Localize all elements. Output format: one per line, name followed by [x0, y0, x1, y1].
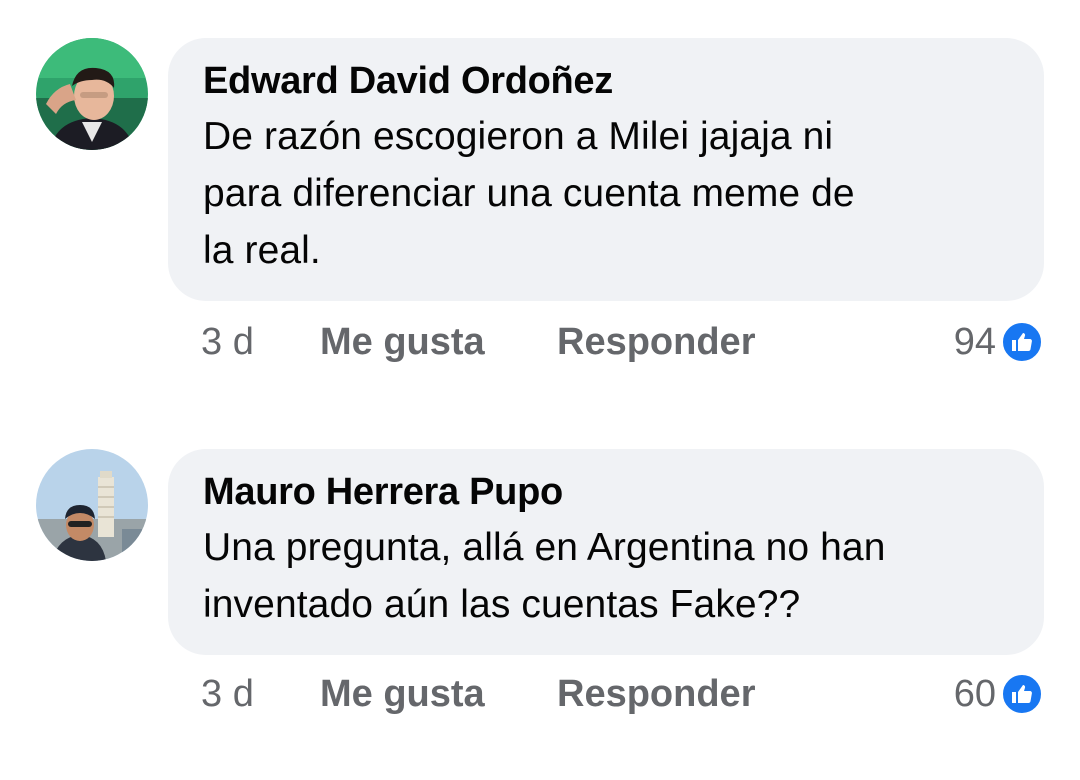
reaction-count: 60: [953, 673, 996, 715]
comment-line: Una pregunta, allá en Argentina no han: [203, 526, 886, 569]
comment-bubble: Mauro Herrera Pupo Una pregunta, allá en…: [168, 449, 1044, 655]
comment-bubble: Edward David Ordoñez De razón escogieron…: [168, 38, 1044, 301]
reaction-count: 94: [953, 321, 996, 363]
reaction-summary[interactable]: 60: [954, 669, 1044, 719]
like-button[interactable]: Me gusta: [320, 317, 485, 367]
avatar[interactable]: [36, 38, 148, 150]
thumbs-up-icon: [1000, 672, 1044, 716]
avatar[interactable]: [36, 449, 148, 561]
comment-actions: 3 d Me gusta Responder 60: [201, 669, 1044, 719]
profile-photo-icon: [36, 38, 148, 150]
reply-button[interactable]: Responder: [557, 317, 755, 367]
thumbs-up-icon: [1000, 320, 1044, 364]
comment-line: para diferenciar una cuenta meme de: [203, 172, 855, 215]
profile-photo-icon: [36, 449, 148, 561]
comment-line: De razón escogieron a Milei jajaja ni: [203, 115, 834, 158]
reply-button[interactable]: Responder: [557, 669, 755, 719]
comment-author[interactable]: Mauro Herrera Pupo: [203, 469, 1010, 515]
reaction-summary[interactable]: 94: [954, 317, 1044, 367]
comment-timestamp[interactable]: 3 d: [201, 669, 254, 719]
comment-actions: 3 d Me gusta Responder 94: [201, 317, 1044, 367]
comment-text: Una pregunta, allá en Argentina no han i…: [203, 519, 1010, 633]
comment-text: De razón escogieron a Milei jajaja ni pa…: [203, 108, 1010, 279]
comment-line: la real.: [203, 229, 321, 272]
comment-timestamp[interactable]: 3 d: [201, 317, 254, 367]
like-button[interactable]: Me gusta: [320, 669, 485, 719]
comment-line: inventado aún las cuentas Fake??: [203, 583, 801, 626]
comment-author[interactable]: Edward David Ordoñez: [203, 58, 1010, 104]
